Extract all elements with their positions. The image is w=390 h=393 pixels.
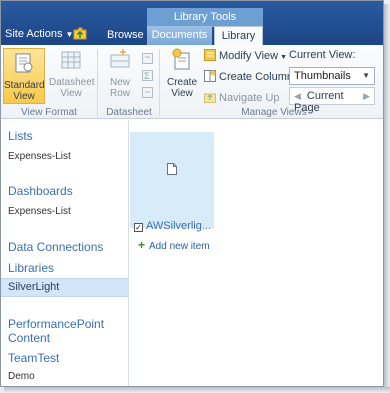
- manage-views-group-label: Manage Views: [241, 107, 307, 118]
- navigate-up-label: Navigate Up: [219, 92, 280, 104]
- create-view-label: Create View: [166, 77, 197, 99]
- create-view-icon: [172, 48, 190, 70]
- standard-view-button[interactable]: Standard View: [3, 48, 45, 104]
- window-shadow-right: [384, 4, 390, 393]
- create-column-button[interactable]: Create Column: [204, 70, 293, 83]
- sharepoint-window: Site Actions ▼ Browse Library Tools Docum…: [0, 0, 384, 387]
- create-column-icon: [204, 70, 216, 82]
- tab-documents[interactable]: Documents: [147, 26, 212, 45]
- modify-view-button[interactable]: Modify View ▼: [204, 49, 287, 62]
- view-format-group-label: View Format: [21, 107, 77, 118]
- ribbon-divider: [97, 49, 98, 117]
- previous-page-icon[interactable]: ◀: [294, 91, 301, 101]
- modify-view-icon: [204, 49, 216, 61]
- chevron-down-icon: ▼: [280, 54, 288, 61]
- nav-heading-teamtest[interactable]: TeamTest: [8, 351, 59, 365]
- nav-heading-dashboards[interactable]: Dashboards: [8, 184, 73, 198]
- top-bar: Site Actions ▼ Browse Library Tools Docum…: [1, 1, 383, 45]
- nav-heading-performancepoint[interactable]: PerformancePoint Content: [8, 317, 126, 345]
- svg-text:Σ: Σ: [144, 71, 150, 81]
- new-row-label: New Row: [109, 77, 130, 99]
- navigate-up-icon: [204, 93, 216, 103]
- ribbon: Standard View Datasheet View View Format…: [1, 45, 383, 119]
- next-page-icon[interactable]: ▶: [363, 91, 370, 102]
- refresh-data-icon[interactable]: [142, 87, 153, 98]
- ribbon-divider: [159, 49, 160, 117]
- add-new-item-label: Add new item: [149, 241, 210, 252]
- select-checkbox[interactable]: ✓: [134, 223, 143, 232]
- thumbnail-view-area: ✓ AWSilverlig... + Add new item: [130, 120, 383, 386]
- current-view-select[interactable]: Thumbnails ▼: [289, 67, 375, 85]
- quick-launch-nav: Lists Expenses-List Dashboards Expenses-…: [1, 120, 129, 386]
- nav-heading-libraries[interactable]: Libraries: [8, 261, 54, 275]
- tab-library[interactable]: Library: [214, 26, 263, 45]
- current-view-label: Current View:: [289, 49, 356, 61]
- show-taskpane-icon[interactable]: [142, 53, 153, 64]
- nav-item-demo[interactable]: Demo: [8, 371, 35, 382]
- current-page-pager: ◀ Current Page ▶: [289, 87, 375, 114]
- create-view-button[interactable]: Create View: [163, 48, 201, 104]
- datasheet-view-button[interactable]: Datasheet View: [49, 48, 95, 104]
- add-new-item-link[interactable]: + Add new item: [138, 238, 210, 252]
- document-thumbnail-tile[interactable]: ✓ AWSilverlig...: [130, 132, 214, 232]
- site-actions-label: Site Actions: [5, 28, 63, 40]
- datasheet-view-label: Datasheet View: [49, 77, 95, 99]
- current-view-value: Thumbnails: [294, 70, 351, 82]
- standard-view-icon: [15, 53, 33, 73]
- nav-heading-lists[interactable]: Lists: [8, 129, 33, 143]
- library-tools-contextual-label: Library Tools: [147, 8, 263, 27]
- navigate-up-folder-icon[interactable]: [73, 26, 87, 40]
- plus-icon: +: [138, 238, 146, 252]
- navigate-up-button[interactable]: Navigate Up: [204, 91, 280, 104]
- show-totals-icon[interactable]: Σ: [142, 70, 153, 81]
- modify-view-label: Modify View: [219, 50, 279, 62]
- nav-item-expenses-list[interactable]: Expenses-List: [8, 151, 71, 162]
- new-row-icon: [110, 49, 130, 68]
- site-actions-menu[interactable]: Site Actions ▼: [5, 28, 73, 40]
- datasheet-group-label: Datasheet: [106, 107, 152, 118]
- datasheet-view-icon: [61, 51, 81, 69]
- window-shadow-bottom: [4, 387, 390, 393]
- nav-heading-data-connections[interactable]: Data Connections: [8, 240, 103, 254]
- document-icon: [167, 163, 177, 175]
- new-row-button[interactable]: New Row: [105, 48, 135, 104]
- create-column-label: Create Column: [219, 71, 293, 83]
- nav-item-silverlight[interactable]: SilverLight: [8, 281, 59, 293]
- standard-view-label: Standard View: [4, 80, 45, 102]
- document-name-link[interactable]: AWSilverlig...: [146, 220, 212, 232]
- tab-browse[interactable]: Browse: [97, 26, 154, 45]
- chevron-down-icon: ▼: [362, 71, 370, 80]
- nav-item-dashboards-expenses-list[interactable]: Expenses-List: [8, 206, 71, 217]
